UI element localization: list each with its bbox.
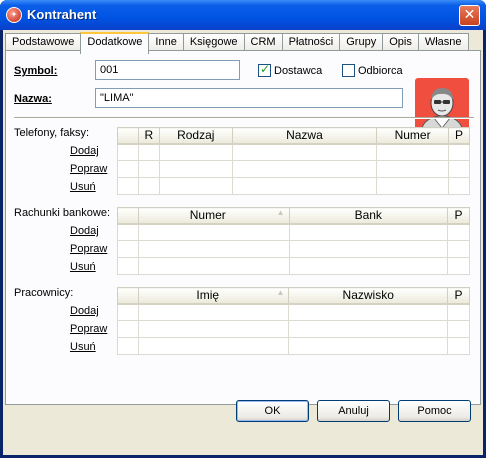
dostawca-label[interactable]: Dostawca <box>274 65 322 77</box>
odbiorca-checkbox[interactable] <box>342 64 355 77</box>
table-row[interactable] <box>117 320 470 338</box>
column-header[interactable]: Imię ▲ <box>137 287 290 305</box>
table-row[interactable] <box>117 160 470 178</box>
employees-edit-link[interactable]: Popraw <box>70 323 107 335</box>
column-header[interactable]: Numer ▲ <box>137 207 290 225</box>
title-bar[interactable]: ✦ Kontrahent ✕ <box>0 0 486 30</box>
nazwa-label: Nazwa: <box>14 93 52 105</box>
employees-delete-link[interactable]: Usuń <box>70 341 96 353</box>
tab-dodatkowe[interactable]: Dodatkowe <box>80 32 150 54</box>
column-header[interactable]: R <box>137 127 160 145</box>
phones-edit-link[interactable]: Popraw <box>70 163 107 175</box>
phones-label: Telefony, faksy: <box>14 127 89 139</box>
column-header[interactable]: Rodzaj <box>158 127 233 145</box>
table-row[interactable] <box>117 143 470 161</box>
employees-add-link[interactable]: Dodaj <box>70 305 99 317</box>
accounts-header-row: Numer ▲ Bank P <box>117 207 470 225</box>
phones-table[interactable]: R Rodzaj Nazwa Numer P <box>117 127 470 195</box>
symbol-label: Symbol: <box>14 65 58 77</box>
column-header[interactable] <box>117 287 139 305</box>
column-header[interactable]: P <box>447 287 470 305</box>
tab-strip: Podstawowe Dodatkowe Inne Księgowe CRM Płatno… <box>5 31 469 54</box>
column-header[interactable] <box>117 207 139 225</box>
close-button[interactable]: ✕ <box>459 5 480 26</box>
table-row[interactable] <box>117 223 470 241</box>
employees-label: Pracownicy: <box>14 287 74 299</box>
close-icon: ✕ <box>463 7 476 23</box>
accounts-add-link[interactable]: Dodaj <box>70 225 99 237</box>
dialog-window: ✦ Kontrahent ✕ Podstawowe Dodatkowe Inne Ks… <box>0 0 486 458</box>
accounts-label: Rachunki bankowe: <box>14 207 111 219</box>
column-header[interactable]: P <box>448 127 470 145</box>
column-header[interactable] <box>117 127 139 145</box>
phones-add-link[interactable]: Dodaj <box>70 145 99 157</box>
nazwa-input[interactable]: "LIMA" <box>95 88 403 108</box>
table-row[interactable] <box>117 257 470 275</box>
phones-delete-link[interactable]: Usuń <box>70 181 96 193</box>
column-header[interactable]: Nazwa <box>231 127 378 145</box>
dialog-body: Podstawowe Dodatkowe Inne Księgowe CRM Płatno… <box>3 30 483 455</box>
accounts-delete-link[interactable]: Usuń <box>70 261 96 273</box>
table-row[interactable] <box>117 337 470 355</box>
sort-arrow-icon: ▲ <box>276 208 285 218</box>
column-header[interactable]: Nazwisko <box>288 287 449 305</box>
dostawca-checkbox[interactable] <box>258 62 271 77</box>
column-header[interactable]: Bank <box>288 207 449 225</box>
tab-panel: Symbol: 001 Dostawca Odbiorca Nazwa: "LI… <box>5 50 481 405</box>
employees-table[interactable]: Imię ▲ Nazwisko P <box>117 287 470 355</box>
table-row[interactable] <box>117 177 470 195</box>
accounts-table[interactable]: Numer ▲ Bank P <box>117 207 470 275</box>
accounts-edit-link[interactable]: Popraw <box>70 243 107 255</box>
ok-button[interactable]: OK <box>236 400 309 422</box>
window-title: Kontrahent <box>27 7 97 22</box>
symbol-input[interactable]: 001 <box>95 60 240 80</box>
column-header[interactable]: Numer <box>376 127 449 145</box>
cancel-button[interactable]: Anuluj <box>317 400 390 422</box>
contractor-avatar-icon <box>415 78 469 132</box>
help-button[interactable]: Pomoc <box>398 400 471 422</box>
table-row[interactable] <box>117 303 470 321</box>
phones-header-row: R Rodzaj Nazwa Numer P <box>117 127 470 145</box>
column-header[interactable]: P <box>447 207 470 225</box>
odbiorca-label[interactable]: Odbiorca <box>358 65 403 77</box>
table-row[interactable] <box>117 240 470 258</box>
employees-header-row: Imię ▲ Nazwisko P <box>117 287 470 305</box>
sort-arrow-icon: ▲ <box>276 288 285 298</box>
app-logo-icon: ✦ <box>6 7 22 23</box>
divider <box>14 117 474 119</box>
